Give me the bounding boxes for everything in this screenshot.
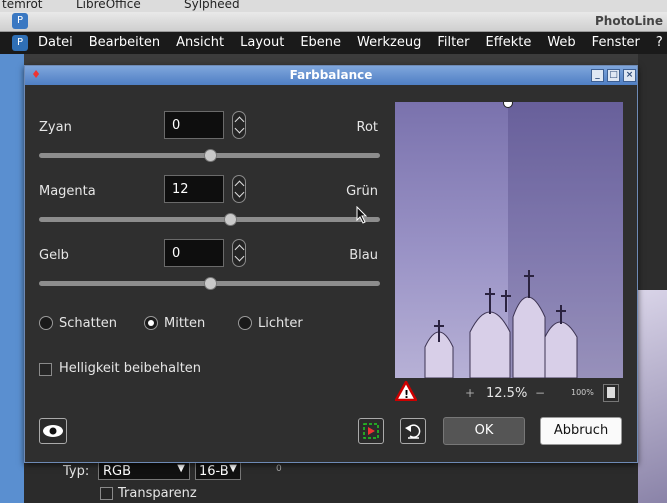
depth-select[interactable]: 16-B ▼ <box>195 462 241 480</box>
depth-select-value: 16-B <box>199 464 229 479</box>
warning-icon: ! <box>393 379 419 403</box>
maximize-icon[interactable]: □ <box>607 69 620 82</box>
slider-right-label: Grün <box>346 184 378 199</box>
menu-item[interactable]: Ebene <box>292 34 349 52</box>
type-label: Typ: <box>63 464 90 479</box>
dialog-titlebar: ♦ Farbbalance _ □ × <box>25 66 637 85</box>
color-balance-dialog: ♦ Farbbalance _ □ × Zyan 0 Rot Magenta 12 Grü… <box>24 65 638 463</box>
slider-left-label: Magenta <box>39 184 96 199</box>
slider-knob[interactable] <box>203 277 217 290</box>
chevron-down-icon: ▼ <box>229 463 237 474</box>
menu-item[interactable]: Web <box>539 34 583 52</box>
app-titlebar: P PhotoLine <box>0 12 667 32</box>
desktop-left-strip <box>0 54 24 503</box>
close-icon[interactable]: × <box>623 69 636 82</box>
slider-right-label: Blau <box>349 248 378 263</box>
onion-domes-illustration <box>424 270 578 378</box>
menu-item[interactable]: Effekte <box>478 34 540 52</box>
slider-track[interactable] <box>39 217 380 222</box>
slider-value-input[interactable]: 12 <box>164 175 224 203</box>
preserve-luminosity-label: Helligkeit beibehalten <box>59 361 202 376</box>
type-select[interactable]: RGB ▼ <box>98 462 190 480</box>
taskbar-item[interactable]: temrot <box>2 0 43 11</box>
cancel-button[interactable]: Abbruch <box>540 417 622 445</box>
zoom-100-button[interactable]: 100% <box>571 388 594 397</box>
mouse-pointer-icon <box>356 206 368 224</box>
menu-bar: P Datei Bearbeiten Ansicht Layout Ebene Werkz… <box>0 32 667 54</box>
range-label: Schatten <box>59 316 118 331</box>
range-label: Lichter <box>258 316 303 331</box>
dialog-app-icon: ♦ <box>31 68 41 81</box>
document-menu-icon[interactable]: P <box>12 35 28 51</box>
preserve-luminosity-checkbox[interactable] <box>39 363 52 376</box>
menu-item[interactable]: Fenster <box>584 34 648 52</box>
type-select-value: RGB <box>103 464 132 479</box>
spin-buttons[interactable] <box>232 239 246 267</box>
ok-button[interactable]: OK <box>443 417 525 445</box>
taskbar-item[interactable]: LibreOffice <box>76 0 141 11</box>
range-radio[interactable] <box>238 316 252 330</box>
dialog-title: Farbbalance <box>289 68 373 82</box>
menu-item[interactable]: Bearbeiten <box>81 34 168 52</box>
zoom-out-button[interactable]: − <box>535 386 545 400</box>
preview-image[interactable] <box>395 102 623 378</box>
range-radio[interactable] <box>39 316 53 330</box>
app-icon: P <box>12 13 28 29</box>
menu-item[interactable]: ? <box>648 34 667 52</box>
menu-item[interactable]: Ansicht <box>168 34 232 52</box>
range-radio[interactable] <box>144 316 158 330</box>
menu-item[interactable]: Werkzeug <box>349 34 429 52</box>
chevron-down-icon: ▼ <box>177 463 185 474</box>
spin-buttons[interactable] <box>232 175 246 203</box>
taskbar-item[interactable]: Sylpheed <box>184 0 240 11</box>
slider-knob[interactable] <box>203 149 217 162</box>
range-label: Mitten <box>164 316 206 331</box>
slider-left-label: Gelb <box>39 248 69 263</box>
spin-buttons[interactable] <box>232 111 246 139</box>
transparency-checkbox[interactable] <box>100 487 113 500</box>
eye-icon[interactable] <box>39 418 67 444</box>
slider-knob[interactable] <box>223 213 237 226</box>
desktop-taskbar: temrot LibreOffice Sylpheed <box>0 0 667 12</box>
menu-item[interactable]: Layout <box>232 34 292 52</box>
minimize-icon[interactable]: _ <box>591 69 604 82</box>
slider-value-input[interactable]: 0 <box>164 111 224 139</box>
svg-text:!: ! <box>404 388 409 401</box>
zoom-value: 12.5% <box>486 386 528 401</box>
zoom-in-button[interactable]: + <box>465 386 475 400</box>
page-fit-icon[interactable] <box>603 384 619 402</box>
slider-value-input[interactable]: 0 <box>164 239 224 267</box>
app-title: PhotoLine <box>594 14 663 28</box>
slider-left-label: Zyan <box>39 120 72 135</box>
preview-region-icon[interactable] <box>358 418 384 444</box>
menu-item[interactable]: Filter <box>429 34 477 52</box>
transparency-label: Transparenz <box>118 486 197 501</box>
ruler-tick: 0 <box>276 464 282 474</box>
background-image-edge <box>638 290 667 503</box>
reset-icon[interactable] <box>400 418 426 444</box>
bottom-panel: Typ: RGB ▼ 16-B ▼ Transparenz 0 <box>24 462 638 503</box>
slider-right-label: Rot <box>356 120 379 135</box>
menu-item[interactable]: Datei <box>38 34 81 52</box>
